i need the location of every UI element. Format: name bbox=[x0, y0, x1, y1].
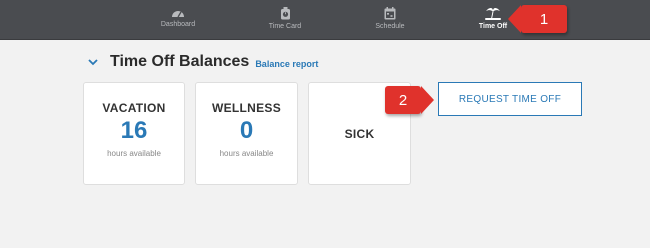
page-title: Time Off Balances bbox=[110, 53, 250, 70]
nav-item-label: Time Card bbox=[268, 23, 302, 30]
card-label: WELLNESS bbox=[211, 101, 282, 115]
nav-item-dashboard[interactable]: Dashboard bbox=[143, 0, 213, 39]
callout-marker-1: 1 bbox=[508, 5, 567, 33]
dashboard-gauge-icon bbox=[172, 11, 184, 18]
callout-number: 2 bbox=[398, 91, 408, 109]
balance-card-wellness: WELLNESS 0 hours available bbox=[195, 82, 298, 185]
nav-item-time-card[interactable]: Time Card bbox=[250, 0, 320, 39]
card-value: 16 bbox=[120, 117, 148, 144]
balance-card-vacation: VACATION 16 hours available bbox=[83, 82, 185, 185]
chevron-down-icon[interactable] bbox=[88, 58, 98, 66]
card-label: SICK bbox=[344, 126, 375, 141]
nav-item-label: Schedule bbox=[375, 23, 405, 30]
card-subtext: hours available bbox=[107, 149, 161, 158]
card-subtext: hours available bbox=[219, 149, 274, 158]
request-time-off-button[interactable]: REQUEST TIME OFF bbox=[438, 82, 582, 116]
palm-tree-icon bbox=[485, 8, 501, 20]
nav-item-label: Time Off bbox=[478, 23, 508, 30]
callout-marker-2: 2 bbox=[385, 86, 434, 114]
nav-item-label: Dashboard bbox=[160, 21, 196, 28]
calendar-icon bbox=[384, 7, 396, 20]
stopwatch-icon bbox=[280, 7, 290, 20]
section-header: Time Off Balances Balance report bbox=[88, 52, 318, 72]
nav-item-schedule[interactable]: Schedule bbox=[355, 0, 425, 39]
callout-number: 1 bbox=[539, 10, 549, 28]
card-value: 0 bbox=[239, 117, 254, 144]
card-label: VACATION bbox=[102, 101, 166, 115]
balance-report-link[interactable]: Balance report bbox=[255, 59, 318, 69]
